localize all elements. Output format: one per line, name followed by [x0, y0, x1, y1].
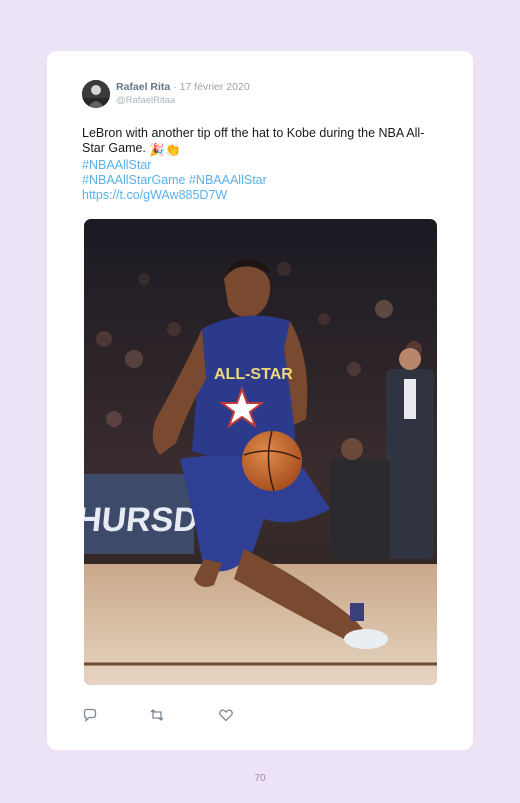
author-name[interactable]: Rafael Rita — [116, 81, 170, 93]
separator: · — [170, 81, 180, 93]
tweet-date[interactable]: 17 février 2020 — [180, 81, 250, 93]
party-emoji: 🎉👏 — [149, 143, 181, 157]
tweet-text: LeBron with another tip off the hat to K… — [82, 126, 442, 203]
tweet-body: LeBron with another tip off the hat to K… — [82, 126, 425, 155]
tweet-link[interactable]: https://t.co/gWAw885D7W — [82, 188, 442, 203]
retweet-icon[interactable] — [149, 707, 165, 723]
avatar[interactable] — [82, 80, 110, 108]
hashtags-line[interactable]: #NBAAllStarGame #NBAAAllStar — [82, 173, 442, 188]
hashtag-nbaallstar[interactable]: #NBAAllStar — [82, 158, 442, 173]
page-number: 70 — [254, 773, 266, 784]
reply-icon[interactable] — [82, 707, 98, 723]
tweet-photo[interactable]: THURSDAY ALL-STAR — [84, 219, 437, 685]
tweet-card: Rafael Rita · 17 février 2020 @RafaelRit… — [47, 51, 473, 750]
like-icon[interactable] — [218, 707, 234, 723]
author-handle[interactable]: @RafaelRitaa — [116, 95, 175, 106]
jersey-text: ALL-STAR — [214, 366, 293, 383]
author-line: Rafael Rita · 17 février 2020 — [116, 81, 250, 93]
